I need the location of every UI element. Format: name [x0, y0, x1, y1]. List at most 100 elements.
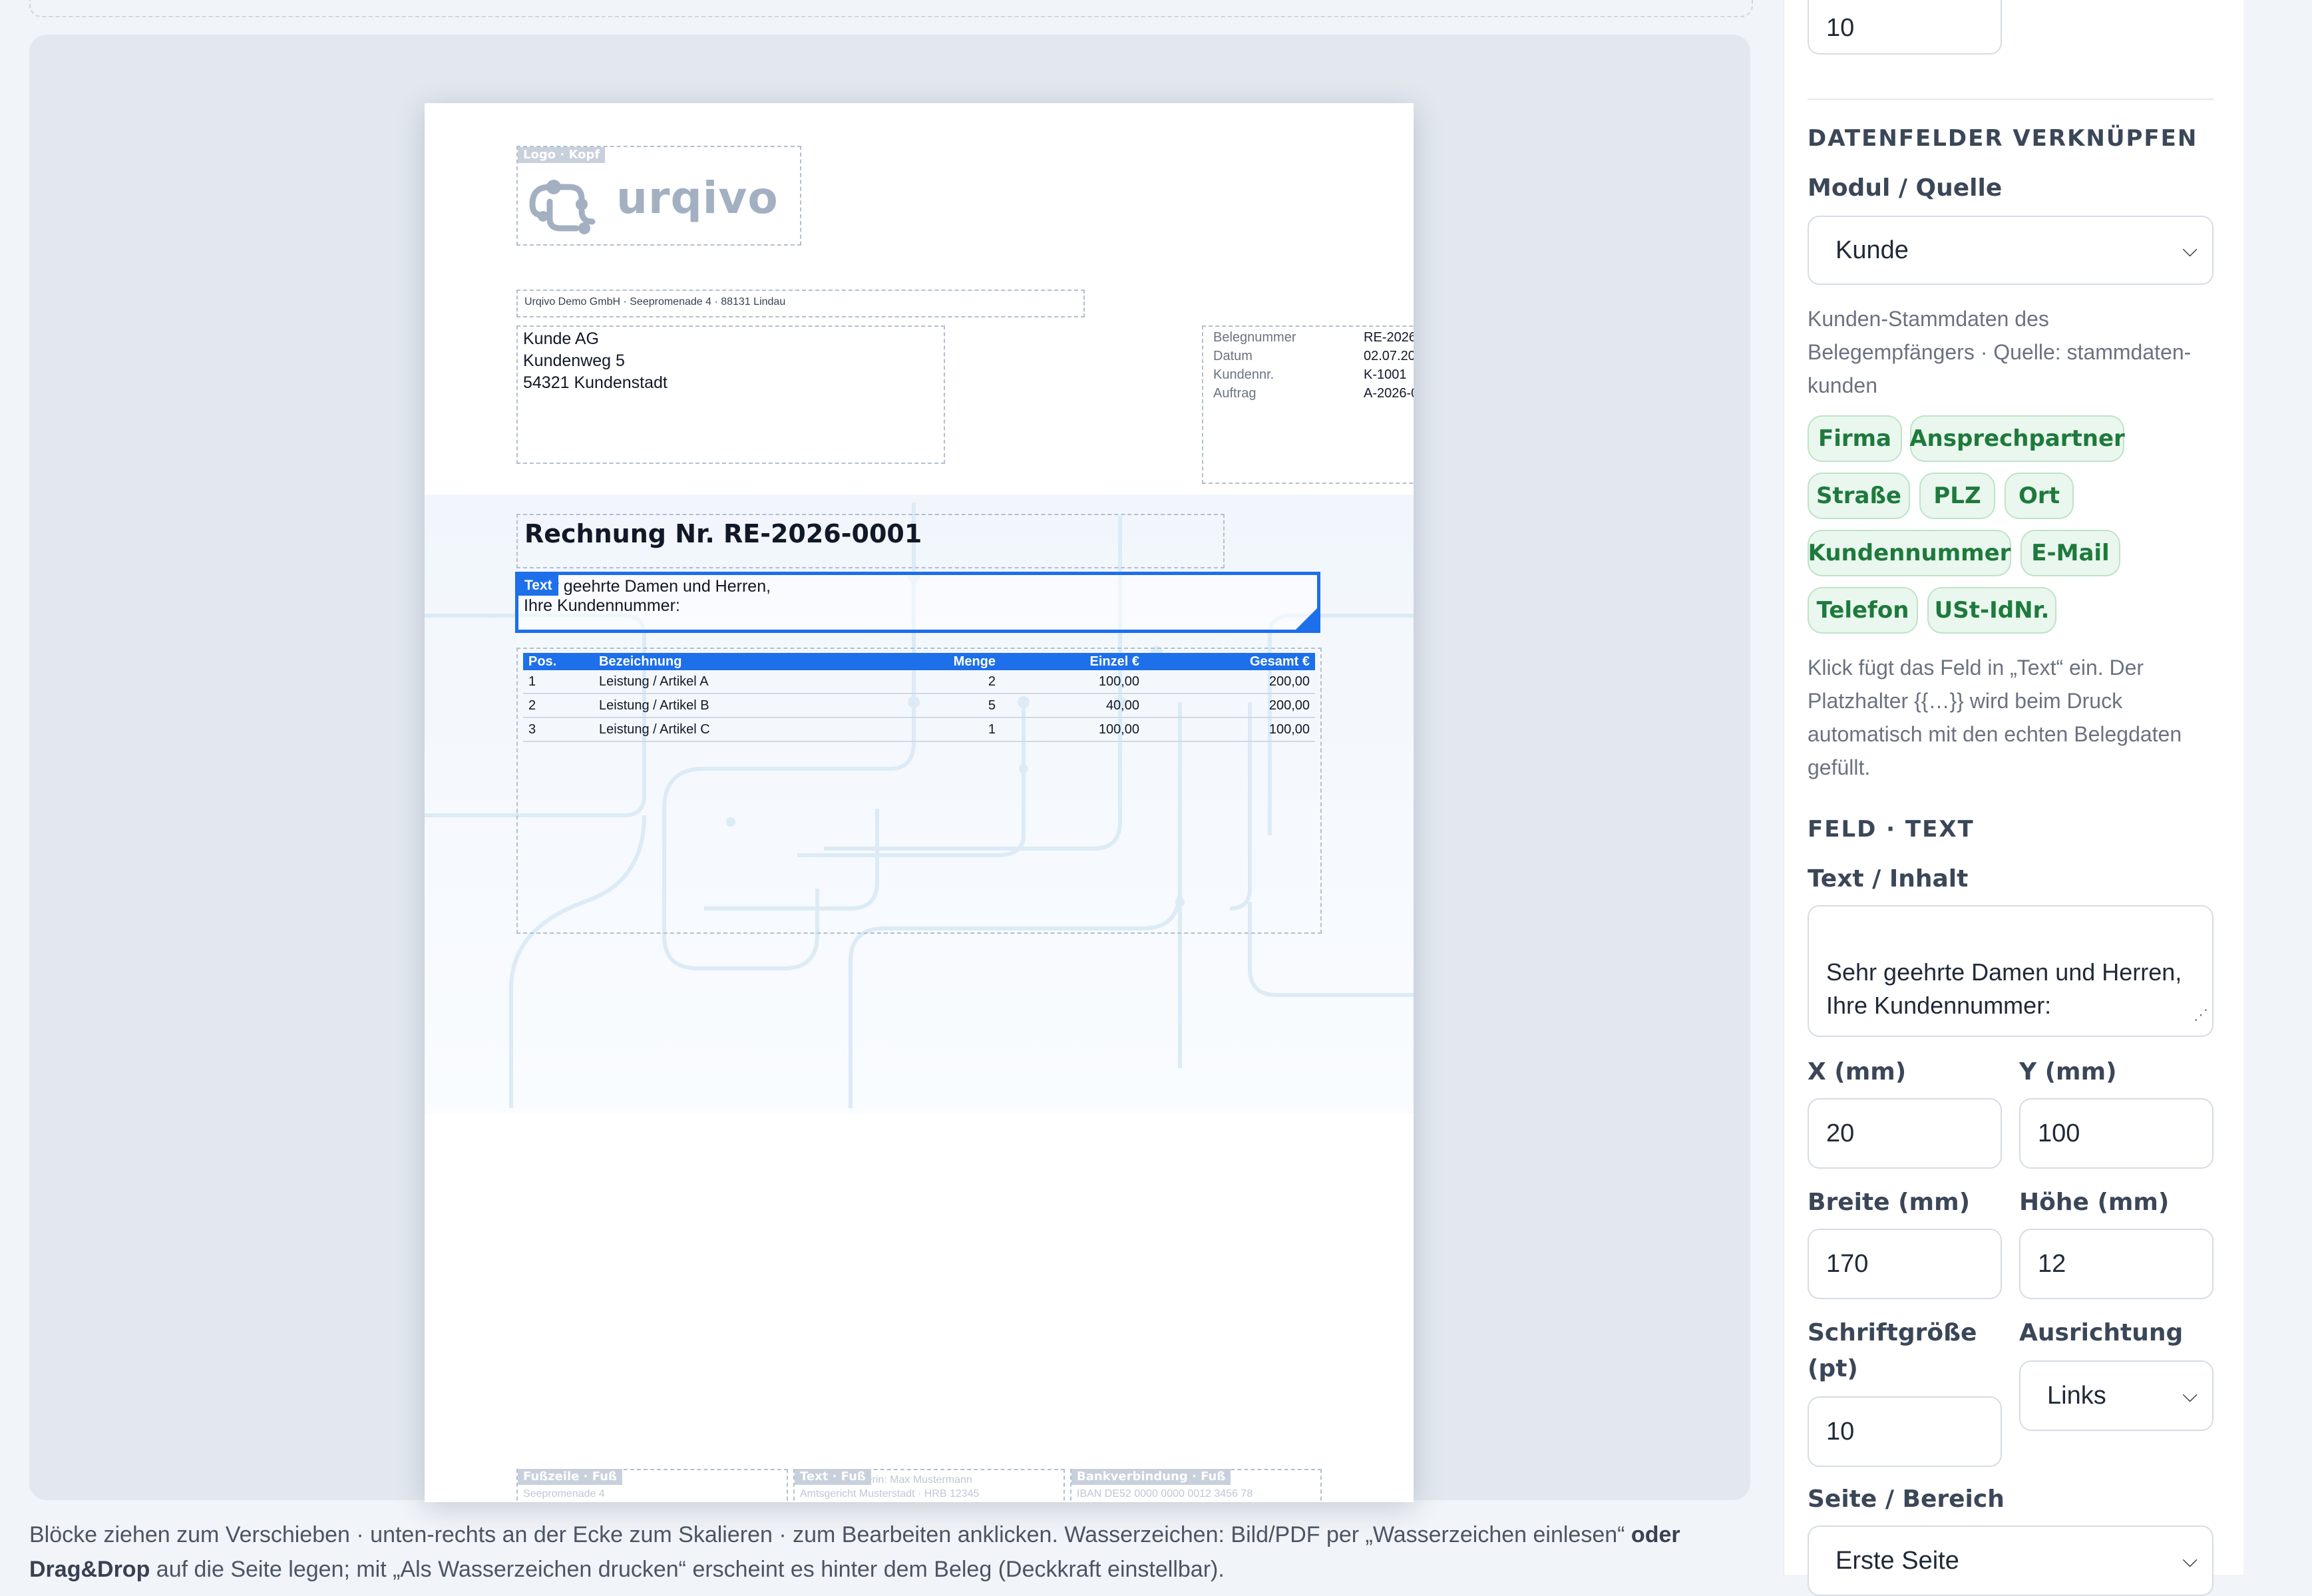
select-value: Links: [2047, 1381, 2106, 1410]
info-key: Auftrag: [1213, 386, 1256, 401]
field-chip-strasse[interactable]: Straße: [1808, 473, 1910, 519]
document-info-block[interactable]: BelegnummerRE-2026-0001 Datum02.07.2026 …: [1202, 325, 1414, 484]
recipient-line: 54321 Kundenstadt: [523, 373, 668, 392]
info-value: K-1001: [1364, 367, 1407, 382]
table-cell: 1: [877, 717, 1001, 742]
input-value: 20: [1826, 1119, 1855, 1147]
editor-canvas: Logo · Kopf urqivo Urqivo Demo GmbH · Se…: [29, 35, 1750, 1502]
table-cell: Leistung / Artikel B: [594, 694, 877, 718]
block-label: Logo · Kopf: [518, 147, 606, 163]
select-value: Erste Seite: [1835, 1546, 1959, 1575]
font-size-label: Schriftgröße: [1808, 1319, 1977, 1346]
y-label: Y (mm): [2019, 1058, 2117, 1086]
editor-help-text: Blöcke ziehen zum Verschieben · unten-re…: [29, 1517, 1733, 1587]
sender-line-text: Urqivo Demo GmbH · Seepromenade 4 · 8813…: [524, 296, 786, 307]
sender-line-block[interactable]: Urqivo Demo GmbH · Seepromenade 4 · 8813…: [516, 290, 1085, 317]
recipient-line: Kunde AG: [523, 329, 599, 348]
page-area-select[interactable]: Erste Seite ⌵: [1808, 1525, 2214, 1596]
section-heading-link-fields: DATENFELDER VERKNÜPFEN: [1808, 125, 2198, 152]
field-chip-telefon[interactable]: Telefon: [1808, 587, 1918, 634]
help-text-part: Blöcke ziehen zum Verschieben · unten-re…: [29, 1522, 1631, 1547]
table-row: 2 Leistung / Artikel B 5 40,00 200,00: [523, 694, 1315, 718]
selected-text-block[interactable]: Text Sehr geehrte Damen und Herren, Ihre…: [515, 572, 1320, 633]
input-value: 170: [1826, 1249, 1869, 1278]
table-cell: Leistung / Artikel C: [594, 717, 877, 742]
width-label: Breite (mm): [1808, 1189, 1971, 1216]
info-key: Kundennr.: [1213, 367, 1274, 382]
y-input[interactable]: 100: [2019, 1098, 2214, 1169]
block-label: Bankverbindung · Fuß: [1071, 1469, 1231, 1485]
column-header: Menge: [877, 653, 1001, 670]
field-chip-ort[interactable]: Ort: [2005, 473, 2074, 519]
help-text-part: auf die Seite legen; mit „Als Wasserzeic…: [150, 1557, 1225, 1582]
previous-block-strip: [29, 0, 1753, 17]
x-label: X (mm): [1808, 1058, 1907, 1086]
recipient-line: Kundenweg 5: [523, 351, 625, 370]
x-input[interactable]: 20: [1808, 1098, 2002, 1169]
info-key: Belegnummer: [1213, 330, 1296, 345]
alignment-label: Ausrichtung: [2019, 1319, 2184, 1346]
column-header: Pos.: [523, 653, 594, 670]
table-cell: 40,00: [1001, 694, 1145, 718]
input-value: 10: [1826, 1417, 1855, 1446]
block-label: Text · Fuß: [795, 1469, 871, 1485]
logo-block[interactable]: Logo · Kopf urqivo: [516, 146, 801, 246]
table-cell: 2: [523, 694, 594, 718]
table-cell: 5: [877, 694, 1001, 718]
table-cell: 100,00: [1001, 670, 1145, 694]
resize-grip-icon[interactable]: ⋰: [2194, 998, 2208, 1032]
modul-label: Modul / Quelle: [1808, 174, 2003, 202]
field-chip-ustid[interactable]: USt-IdNr.: [1927, 587, 2056, 634]
info-value: A-2026-042: [1364, 386, 1414, 401]
logo-icon: [529, 180, 596, 234]
text-content-textarea[interactable]: Sehr geehrte Damen und Herren, Ihre Kund…: [1808, 905, 2214, 1037]
logo-wordmark: urqivo: [616, 172, 779, 224]
info-value: 02.07.2026: [1364, 349, 1414, 363]
input-value: 100: [2038, 1119, 2080, 1147]
footer-block-legal[interactable]: Text · Fuß Geschäftsführerin: Max Muster…: [793, 1469, 1065, 1502]
text-block-content: Sehr geehrte Damen und Herren, Ihre Kund…: [524, 577, 771, 615]
select-value: Kunde: [1835, 236, 1909, 264]
field-insert-hint: Klick fügt das Feld in „Text“ ein. Der P…: [1808, 656, 2182, 779]
font-size-unit-label: (pt): [1808, 1355, 1858, 1382]
field-chip-kundennummer[interactable]: Kundennummer: [1808, 530, 2011, 576]
modul-select[interactable]: Kunde ⌵: [1808, 216, 2214, 285]
alignment-select[interactable]: Links ⌵: [2019, 1360, 2214, 1431]
block-type-badge: Text: [518, 575, 558, 596]
field-chip-plz[interactable]: PLZ: [1919, 473, 1995, 519]
previous-number-input[interactable]: 10: [1808, 0, 2002, 55]
textarea-value: Sehr geehrte Damen und Herren, Ihre Kund…: [1826, 958, 2182, 1019]
chevron-down-icon: ⌵: [2182, 1384, 2198, 1406]
positions-table-block[interactable]: Pos. Bezeichnung Menge Einzel € Gesamt €…: [516, 648, 1322, 934]
field-chip-email[interactable]: E-Mail: [2021, 530, 2120, 576]
field-chip-ansprechpartner[interactable]: Ansprechpartner: [1909, 415, 2125, 462]
column-header: Einzel €: [1001, 653, 1145, 670]
recipient-address-block[interactable]: Kunde AG Kundenweg 5 54321 Kundenstadt: [516, 325, 945, 464]
column-header: Gesamt €: [1145, 653, 1315, 670]
chevron-down-icon: ⌵: [2182, 239, 2198, 261]
document-title-block[interactable]: Rechnung Nr. RE-2026-0001: [516, 514, 1225, 568]
chevron-down-icon: ⌵: [2182, 1549, 2198, 1571]
table-row: 3 Leistung / Artikel C 1 100,00 100,00: [523, 717, 1315, 742]
table-cell: 200,00: [1145, 670, 1315, 694]
resize-handle[interactable]: [1294, 607, 1318, 631]
width-input[interactable]: 170: [1808, 1229, 2002, 1299]
document-title: Rechnung Nr. RE-2026-0001: [524, 519, 922, 548]
table-cell: 100,00: [1001, 717, 1145, 742]
table-row: 1 Leistung / Artikel A 2 100,00 200,00: [523, 670, 1315, 694]
positions-table: Pos. Bezeichnung Menge Einzel € Gesamt €…: [523, 653, 1315, 742]
info-value: RE-2026-0001: [1364, 330, 1414, 345]
section-heading-field: FELD · TEXT: [1808, 816, 1975, 843]
page-area-label: Seite / Bereich: [1808, 1486, 2005, 1513]
field-chip-firma[interactable]: Firma: [1808, 415, 1902, 462]
column-header: Bezeichnung: [594, 653, 877, 670]
font-size-input[interactable]: 10: [1808, 1396, 2002, 1467]
height-input[interactable]: 12: [2019, 1229, 2214, 1299]
footer-block-company[interactable]: Fußzeile · Fuß Urqivo Demo GmbH Seeprome…: [516, 1469, 788, 1502]
document-page[interactable]: Logo · Kopf urqivo Urqivo Demo GmbH · Se…: [425, 103, 1414, 1502]
footer-block-bank[interactable]: Bankverbindung · Fuß Seetalbank IBAN DE5…: [1070, 1469, 1322, 1502]
table-cell: Leistung / Artikel A: [594, 670, 877, 694]
document-info-table: BelegnummerRE-2026-0001 Datum02.07.2026 …: [1213, 328, 1414, 403]
input-value: 10: [1826, 13, 1855, 42]
table-cell: 1: [523, 670, 594, 694]
